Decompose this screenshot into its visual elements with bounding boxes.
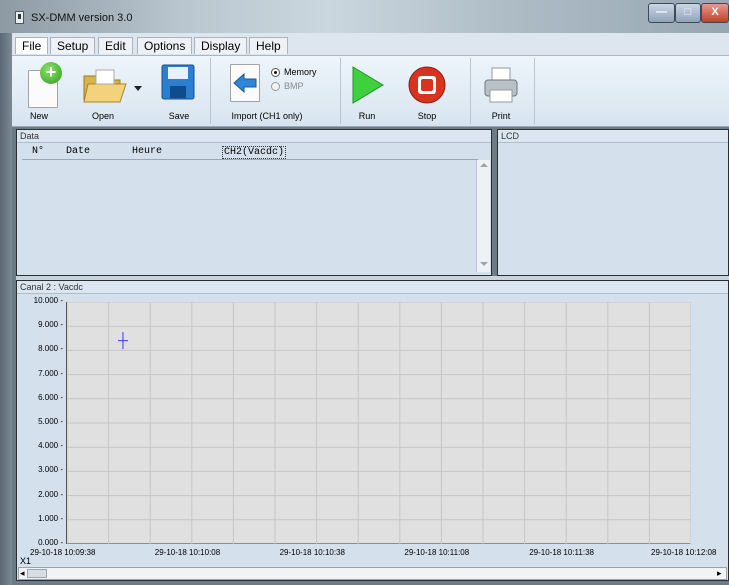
lcd-panel: LCD [497, 129, 729, 276]
x-tick-label: 29-10-18 10:12:08 [651, 548, 717, 557]
y-tick-label: 2.000 - [38, 489, 63, 499]
import-button[interactable] [226, 64, 264, 104]
y-tick-label: 8.000 - [38, 344, 63, 354]
data-table-header: N° Date Heure CH2(Vacdc) [22, 145, 478, 160]
import-label: Import (CH1 only) [231, 111, 303, 121]
x-tick-label: 29-10-18 10:10:38 [279, 548, 345, 557]
x-tick-label: 29-10-18 10:09:38 [30, 548, 96, 557]
y-tick-label: 9.000 - [38, 320, 63, 330]
window-border [0, 33, 12, 585]
print-button[interactable] [483, 66, 519, 106]
scroll-left-icon[interactable]: ◂ [20, 568, 25, 579]
bmp-label: BMP [284, 81, 304, 91]
stop-button[interactable] [407, 64, 447, 106]
toolbar-separator [534, 58, 535, 124]
y-tick-label: 5.000 - [38, 417, 63, 426]
floppy-disk-icon [161, 64, 195, 100]
horizontal-scrollbar[interactable]: ◂ ▸ [18, 567, 727, 580]
y-tick-label: 0.000 - [38, 538, 63, 547]
scroll-right-icon[interactable]: ▸ [717, 568, 722, 579]
window-title: SX-DMM version 3.0 [31, 12, 133, 24]
x-tick-label: 29-10-18 10:11:38 [529, 548, 594, 557]
column-header-time[interactable]: Heure [132, 146, 162, 157]
play-icon [352, 66, 384, 104]
stop-label: Stop [417, 111, 437, 121]
chart-panel-title: Canal 2 : Vacdc [17, 281, 728, 294]
save-button[interactable] [161, 64, 195, 104]
column-header-number[interactable]: N° [32, 146, 44, 157]
run-label: Run [358, 111, 376, 121]
y-tick-label: 7.000 - [38, 368, 63, 378]
scroll-thumb[interactable] [27, 569, 47, 578]
printer-icon [484, 67, 518, 103]
y-tick-label: 6.000 - [38, 392, 63, 402]
y-tick-label: 3.000 - [38, 465, 63, 475]
radio-dot [274, 71, 277, 74]
menu-setup[interactable]: Setup [50, 37, 96, 54]
x-axis-cursor-label: X1 [20, 556, 32, 566]
maximize-button[interactable]: □ [675, 3, 701, 23]
column-header-ch2[interactable]: CH2(Vacdc) [222, 146, 287, 159]
lcd-panel-title: LCD [498, 130, 728, 143]
y-tick-label: 4.000 - [38, 441, 63, 451]
open-label: Open [91, 111, 115, 121]
stop-icon [408, 66, 446, 104]
menu-display[interactable]: Display [194, 37, 248, 54]
chevron-down-icon [134, 86, 142, 91]
add-icon: + [40, 62, 62, 84]
menu-options[interactable]: Options [137, 37, 193, 54]
data-panel-title: Data [17, 130, 491, 143]
app-icon [15, 11, 24, 24]
folder-icon [83, 69, 127, 103]
column-header-date[interactable]: Date [66, 146, 90, 157]
run-button[interactable] [350, 64, 386, 106]
new-label: New [29, 111, 48, 121]
plot-top-margin [66, 294, 691, 302]
vertical-scrollbar[interactable] [476, 160, 490, 272]
toolbar-separator [210, 58, 211, 124]
print-label: Print [491, 111, 511, 121]
x-tick-label: 29-10-18 10:11:08 [404, 548, 470, 557]
chart-plot-area[interactable] [66, 302, 691, 544]
chart-grid [67, 302, 691, 544]
x-tick-label: 29-10-18 10:10:08 [154, 548, 221, 557]
y-tick-label: 1.000 - [38, 513, 63, 523]
memory-label: Memory [284, 67, 317, 77]
scroll-up-icon[interactable] [480, 163, 488, 167]
memory-radio[interactable] [271, 68, 280, 77]
y-tick-label: 10.000 - [33, 296, 63, 305]
menu-help[interactable]: Help [249, 37, 288, 54]
arrow-left-icon [233, 72, 257, 94]
data-table-body[interactable] [22, 160, 478, 270]
toolbar-separator [340, 58, 341, 124]
menu-file[interactable]: File [15, 37, 49, 54]
crosshair-cursor: ┼ [118, 332, 128, 348]
menu-edit[interactable]: Edit [98, 37, 133, 54]
close-button[interactable]: X [701, 3, 729, 23]
save-label: Save [168, 111, 190, 121]
bmp-radio[interactable] [271, 82, 280, 91]
scroll-down-icon[interactable] [480, 262, 488, 266]
toolbar-separator [470, 58, 471, 124]
minimize-button[interactable]: — [648, 3, 675, 23]
